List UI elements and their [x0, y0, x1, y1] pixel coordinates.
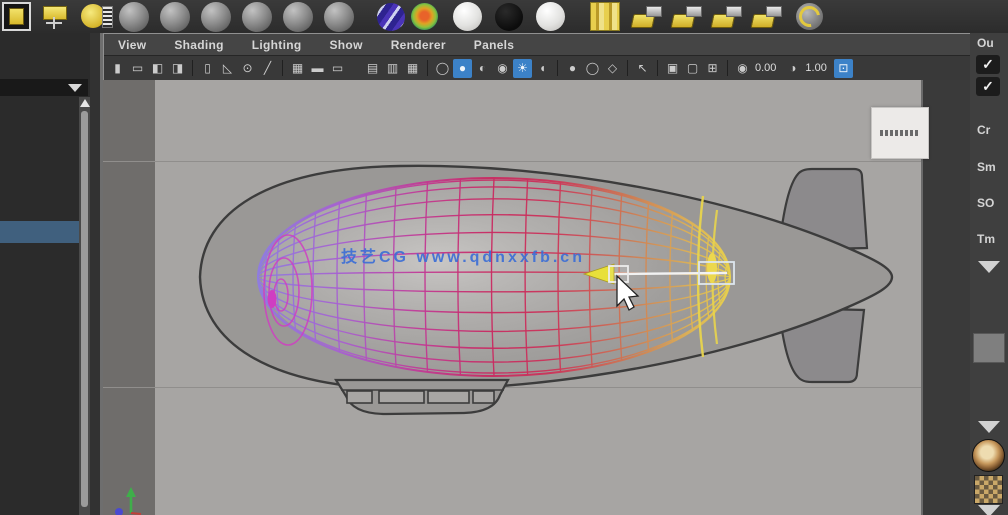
- expand-triangle-icon[interactable]: [978, 505, 1000, 515]
- toolbar-separator: [192, 60, 193, 76]
- viewport-toolbar: ▮ ▭ ◧ ◨ ▯ ◺ ⊙ ╱ ▦ ▬ ▭ ▤ ▥ ▦ ◯ ● ◐ ◉ ☀ ◖ ● ◯ ◇ ↖ ▣ ▢ ⊞ ◉ 0.00 ◑ 1.00 ⊡: [104, 55, 974, 80]
- shaded-display-icon[interactable]: ●: [453, 58, 472, 78]
- select-camera-icon[interactable]: ▭: [128, 59, 147, 78]
- safe-title-icon[interactable]: ▦: [403, 59, 422, 78]
- select-tool-icon[interactable]: ↖: [633, 59, 652, 78]
- outliner-selected-item[interactable]: [0, 221, 79, 243]
- scroll-up-icon[interactable]: [80, 99, 90, 107]
- viewport-3d[interactable]: 技艺CG www.qdnxxfb.cn: [103, 80, 929, 515]
- camera-attributes-icon[interactable]: ◨: [168, 59, 187, 78]
- menu-panels[interactable]: Panels: [474, 38, 515, 52]
- channel-box-title: Ou: [977, 36, 994, 50]
- chevron-down-icon: [68, 83, 82, 92]
- black-material-sphere-icon[interactable]: [495, 2, 523, 31]
- sphere-shaded-icon[interactable]: ●: [563, 59, 582, 78]
- protractor-icon[interactable]: ◺: [218, 59, 237, 78]
- ramp-shader-icon[interactable]: [411, 3, 438, 30]
- texture-swatch-icon[interactable]: [590, 2, 620, 31]
- material-globe-icon[interactable]: ◉: [493, 59, 512, 78]
- standard-material-sphere-3[interactable]: [201, 1, 231, 32]
- note-box-text: [880, 130, 920, 136]
- toolbar-separator: [427, 60, 428, 76]
- toolbar-separator: [557, 60, 558, 76]
- menu-shading[interactable]: Shading: [174, 38, 223, 52]
- toolbar-separator: [282, 60, 283, 76]
- attribute-label[interactable]: Tm: [977, 232, 995, 246]
- area-light-icon[interactable]: [41, 4, 69, 30]
- image-plane-split-icon[interactable]: ⊞: [703, 59, 722, 78]
- menu-view[interactable]: View: [118, 38, 146, 52]
- texture-thumbnail[interactable]: [974, 475, 1003, 504]
- standard-material-sphere-2[interactable]: [160, 1, 190, 32]
- exposure-value[interactable]: 0.00: [753, 62, 782, 74]
- viewport-panel-chrome: View Shading Lighting Show Renderer Pane…: [103, 33, 975, 80]
- resolution-gate-icon[interactable]: ▬: [308, 59, 327, 78]
- standard-material-sphere-5[interactable]: [283, 1, 313, 32]
- toolbar-separator: [657, 60, 658, 76]
- blimp-gondola[interactable]: [334, 378, 510, 416]
- note-box: [871, 107, 929, 159]
- wireframe-display-icon[interactable]: ◯: [433, 59, 452, 78]
- safe-action-icon[interactable]: ▥: [383, 59, 402, 78]
- blinn-material-sphere-icon[interactable]: [536, 2, 565, 31]
- view-axis-gizmo: [115, 487, 142, 515]
- panel-menu-bar: View Shading Lighting Show Renderer Pane…: [104, 34, 974, 55]
- outliner-dropdown[interactable]: [0, 79, 88, 96]
- exposure-icon[interactable]: ◉: [733, 59, 752, 78]
- viewport-canvas[interactable]: [103, 80, 921, 515]
- shadows-icon[interactable]: ◖: [533, 59, 552, 78]
- sphere-outline-icon[interactable]: ◯: [583, 59, 602, 78]
- color-swatch[interactable]: [973, 333, 1005, 363]
- lock-camera-icon[interactable]: ◧: [148, 59, 167, 78]
- check-icon[interactable]: ✓: [976, 55, 1000, 74]
- white-material-sphere-icon[interactable]: [453, 2, 482, 31]
- scrollbar-thumb[interactable]: [81, 111, 88, 507]
- film-gate-icon[interactable]: ▦: [288, 59, 307, 78]
- volume-light-icon[interactable]: [81, 3, 113, 30]
- image-plane-icon[interactable]: ▣: [663, 59, 682, 78]
- use-all-lights-icon[interactable]: ☀: [513, 58, 532, 78]
- panel-divider[interactable]: [90, 33, 103, 515]
- gamma-icon[interactable]: ◑: [783, 59, 802, 78]
- field-chart-icon[interactable]: ▤: [363, 59, 382, 78]
- bookmark-icon[interactable]: ▯: [198, 59, 217, 78]
- expand-triangle-icon[interactable]: [978, 261, 1000, 273]
- diamond-icon[interactable]: ◇: [603, 59, 622, 78]
- gamma-value[interactable]: 1.00: [803, 62, 832, 74]
- menu-lighting[interactable]: Lighting: [252, 38, 302, 52]
- expand-triangle-icon[interactable]: [978, 421, 1000, 433]
- menu-renderer[interactable]: Renderer: [391, 38, 446, 52]
- watermark-text: 技艺CG www.qdnxxfb.cn: [341, 249, 585, 266]
- application-window: View Shading Lighting Show Renderer Pane…: [0, 0, 1008, 515]
- channel-box-strip: Ou ✓ ✓ Cr Sm SO Tm: [970, 33, 1008, 515]
- menu-show[interactable]: Show: [330, 38, 363, 52]
- toolbar-separator: [727, 60, 728, 76]
- panel-grip-icon[interactable]: ▮: [108, 59, 127, 78]
- spot-light-icon-3[interactable]: [710, 4, 744, 30]
- gate-mask-icon[interactable]: ▭: [328, 59, 347, 78]
- attribute-label[interactable]: SO: [977, 196, 994, 210]
- spot-light-icon-2[interactable]: [670, 4, 704, 30]
- attribute-label[interactable]: Cr: [977, 123, 990, 137]
- ambient-light-icon[interactable]: [796, 3, 823, 30]
- mesh-surface-sheen: [262, 179, 726, 375]
- spot-light-icon-4[interactable]: [750, 4, 784, 30]
- check-icon[interactable]: ✓: [976, 77, 1000, 96]
- render-view-icon[interactable]: [2, 2, 31, 31]
- shelf-toolbar: [0, 0, 1008, 33]
- joint-tool-icon[interactable]: ⊙: [238, 59, 257, 78]
- standard-material-sphere-1[interactable]: [119, 1, 149, 32]
- standard-material-sphere-4[interactable]: [242, 1, 272, 32]
- textured-display-icon[interactable]: ◐: [473, 59, 492, 78]
- attribute-label[interactable]: Sm: [977, 160, 996, 174]
- fx-icon[interactable]: ⊡: [833, 58, 853, 78]
- pencil-line-icon[interactable]: ╱: [258, 59, 277, 78]
- toolbar-separator: [627, 60, 628, 76]
- standard-material-sphere-6[interactable]: [324, 1, 354, 32]
- layered-shader-icon[interactable]: [377, 2, 405, 31]
- outliner-panel: [0, 33, 103, 515]
- material-preview-ball[interactable]: [972, 439, 1005, 472]
- spot-light-icon-1[interactable]: [630, 4, 664, 30]
- image-plane-front-icon[interactable]: ▢: [683, 59, 702, 78]
